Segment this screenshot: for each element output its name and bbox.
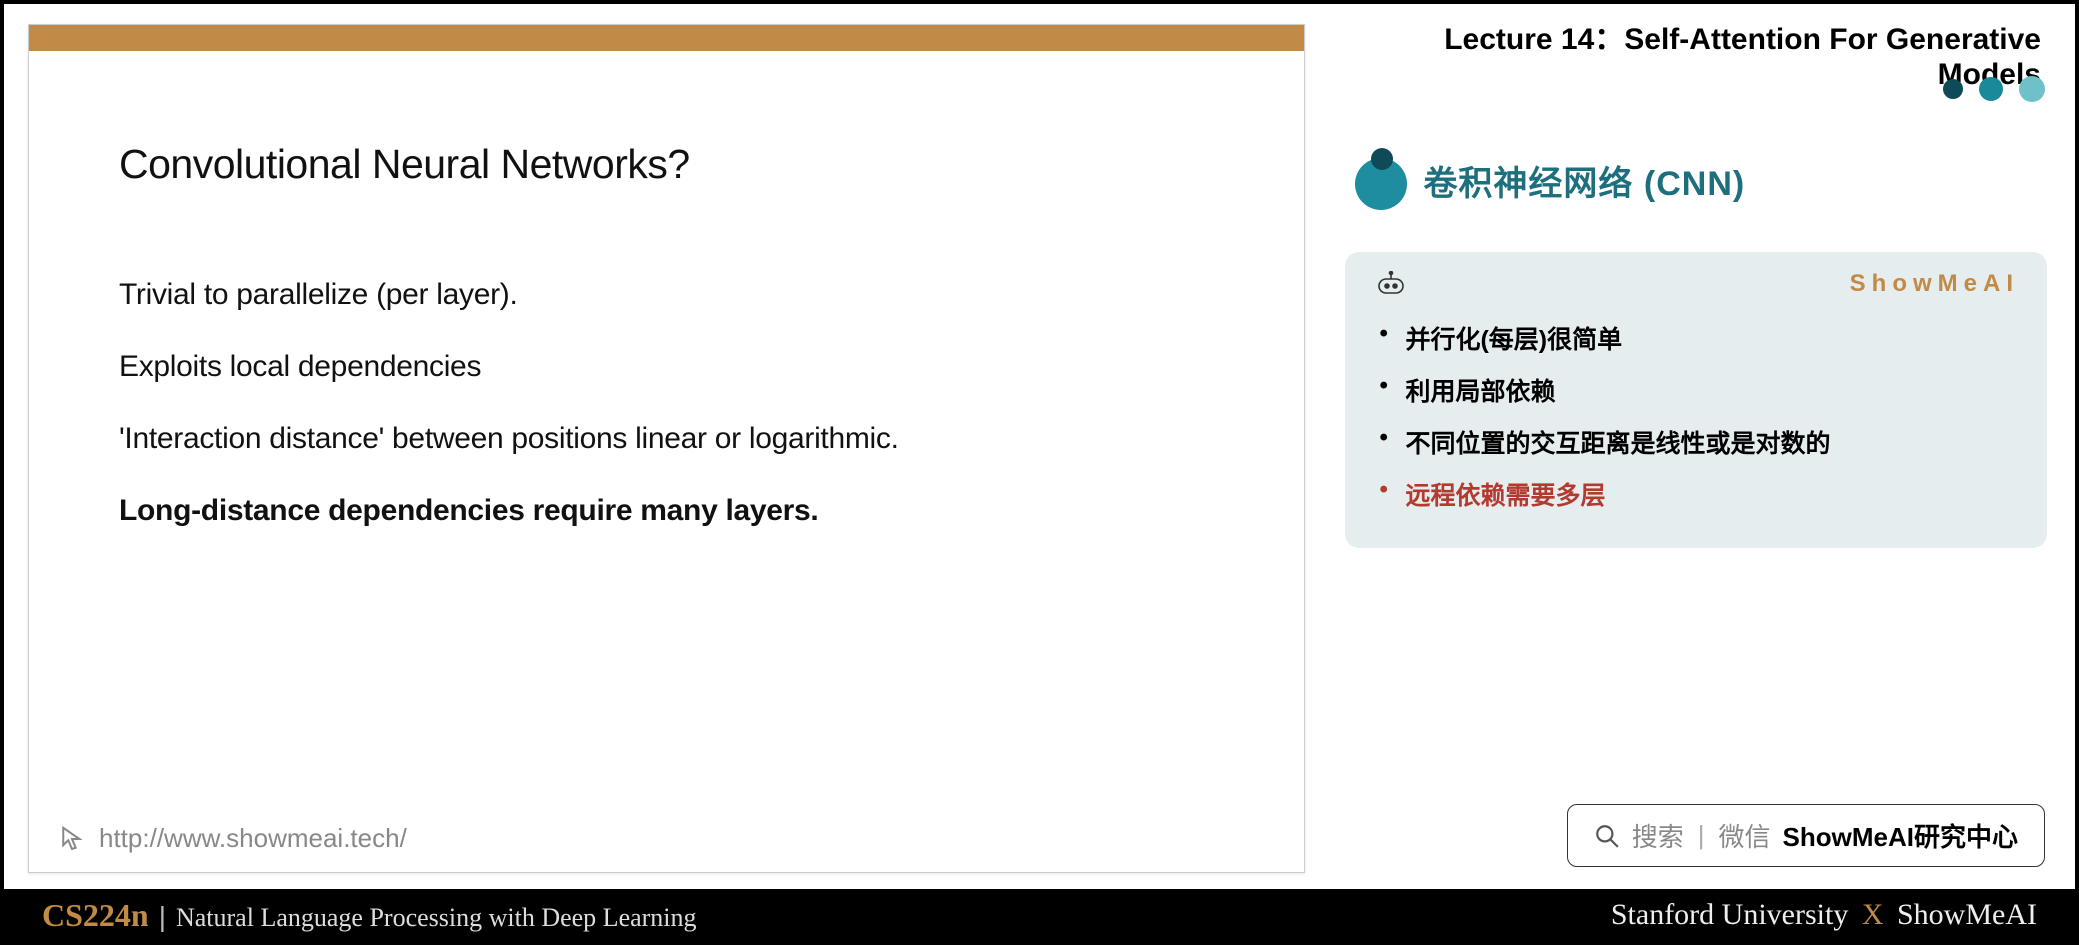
slide-footer-url: http://www.showmeai.tech/ xyxy=(99,823,407,854)
footer-x-icon: X xyxy=(1862,898,1884,931)
list-item: 远程依赖需要多层 xyxy=(1375,468,2019,520)
list-item: 并行化(每层)很简单 xyxy=(1375,312,2019,364)
section-title: 卷积神经网络 (CNN) xyxy=(1423,156,1745,205)
search-hint-2: 微信 xyxy=(1719,817,1771,854)
slide-footer: http://www.showmeai.tech/ xyxy=(57,823,407,854)
course-name: Natural Language Processing with Deep Le… xyxy=(176,903,697,933)
info-card: ShowMeAI 并行化(每层)很简单利用局部依赖不同位置的交互距离是线性或是对… xyxy=(1345,252,2047,548)
left-panel: Convolutional Neural Networks? Trivial t… xyxy=(4,4,1329,889)
footer-partner: ShowMeAI xyxy=(1897,898,2037,931)
right-panel: Lecture 14：Self-Attention For Generative… xyxy=(1329,4,2075,889)
cursor-icon xyxy=(57,824,87,854)
lecture-title: Lecture 14：Self-Attention For Generative… xyxy=(1339,14,2047,92)
slide-card: Convolutional Neural Networks? Trivial t… xyxy=(28,24,1305,873)
list-item: 利用局部依赖 xyxy=(1375,364,2019,416)
slide-line: Exploits local dependencies xyxy=(119,350,1214,384)
section-bubble-icon xyxy=(1345,148,1409,212)
footer-left: CS224n | Natural Language Processing wit… xyxy=(42,897,697,934)
dot-icon xyxy=(2019,76,2045,102)
slide-title: Convolutional Neural Networks? xyxy=(119,141,1214,188)
slide-line: Long-distance dependencies require many … xyxy=(119,494,1214,528)
bullet-list: 并行化(每层)很简单利用局部依赖不同位置的交互距离是线性或是对数的远程依赖需要多… xyxy=(1375,312,2019,520)
section-header: 卷积神经网络 (CNN) xyxy=(1345,148,2047,212)
slide-line: 'Interaction distance' between positions… xyxy=(119,422,1214,456)
dot-icon xyxy=(1943,79,1963,99)
course-code: CS224n xyxy=(42,897,149,934)
footer-right: Stanford University X ShowMeAI xyxy=(1611,898,2037,932)
slide-accent-bar xyxy=(29,25,1304,51)
search-bold-text: ShowMeAI研究中心 xyxy=(1783,817,2018,854)
dot-icon xyxy=(1979,77,2003,101)
list-item: 不同位置的交互距离是线性或是对数的 xyxy=(1375,416,2019,468)
slide-body: Convolutional Neural Networks? Trivial t… xyxy=(29,51,1304,872)
bottom-bar: CS224n | Natural Language Processing wit… xyxy=(4,889,2075,941)
robot-icon xyxy=(1375,271,1407,297)
slide-line: Trivial to parallelize (per layer). xyxy=(119,278,1214,312)
footer-divider: | xyxy=(159,901,166,933)
content-area: Convolutional Neural Networks? Trivial t… xyxy=(4,4,2075,889)
search-hint-box: 搜索 | 微信 ShowMeAI研究中心 xyxy=(1567,804,2045,867)
search-icon xyxy=(1594,823,1620,849)
search-divider: | xyxy=(1698,820,1705,851)
decorative-dots xyxy=(1943,76,2045,102)
search-hint-1: 搜索 xyxy=(1632,817,1684,854)
brand-label: ShowMeAI xyxy=(1850,270,2019,298)
footer-university: Stanford University xyxy=(1611,898,1848,931)
